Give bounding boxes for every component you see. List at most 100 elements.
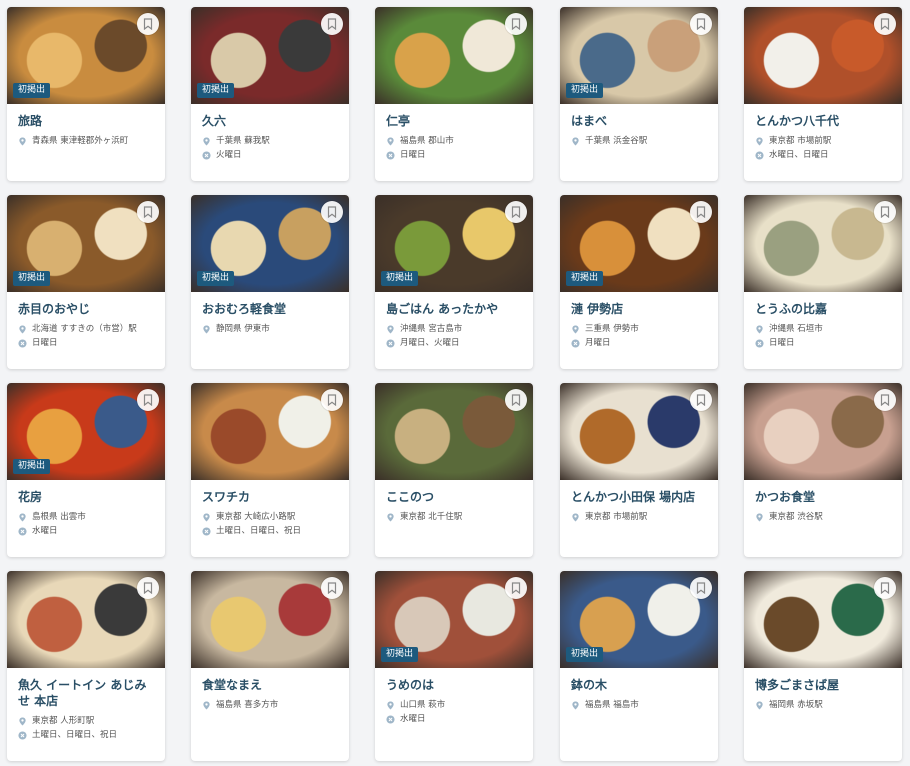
- restaurant-name[interactable]: とんかつ八千代: [755, 113, 892, 129]
- location-text: 東京都 大崎広小路駅: [216, 512, 296, 522]
- restaurant-photo[interactable]: [7, 571, 165, 668]
- restaurant-photo[interactable]: [744, 571, 902, 668]
- restaurant-name[interactable]: 仁亭: [386, 113, 523, 129]
- card-body: 魚久 イートイン あじみせ 本店 東京都 人形町駅 土曜日、日曜日、祝日: [7, 668, 165, 750]
- restaurant-photo[interactable]: 初掲出: [560, 7, 718, 104]
- restaurant-photo[interactable]: 初掲出: [7, 195, 165, 292]
- restaurant-name[interactable]: 魚久 イートイン あじみせ 本店: [18, 677, 155, 709]
- restaurant-name[interactable]: 久六: [202, 113, 339, 129]
- restaurant-card[interactable]: 魚久 イートイン あじみせ 本店 東京都 人形町駅 土曜日、日曜日、祝日: [7, 571, 165, 761]
- restaurant-name[interactable]: 鉢の木: [571, 677, 708, 693]
- restaurant-card[interactable]: スワチカ 東京都 大崎広小路駅 土曜日、日曜日、祝日: [191, 383, 349, 557]
- restaurant-card[interactable]: 初掲出 花房 島根県 出雲市 水曜日: [7, 383, 165, 557]
- bookmark-button[interactable]: [137, 201, 159, 223]
- restaurant-card[interactable]: 初掲出漣 伊勢店 三重県 伊勢市 月曜日: [560, 195, 718, 369]
- restaurant-name[interactable]: 赤目のおやじ: [18, 301, 155, 317]
- bookmark-icon: [880, 582, 890, 594]
- bookmark-button[interactable]: [137, 389, 159, 411]
- restaurant-name[interactable]: スワチカ: [202, 489, 339, 505]
- first-listing-badge: 初掲出: [13, 459, 51, 474]
- restaurant-photo[interactable]: 初掲出: [560, 195, 718, 292]
- restaurant-name[interactable]: ここのつ: [386, 489, 523, 505]
- location-row: 沖縄県 宮古島市: [386, 322, 523, 336]
- restaurant-card[interactable]: 初掲出 赤目のおやじ 北海道 すすきの（市営）駅 日曜日: [7, 195, 165, 369]
- bookmark-button[interactable]: [874, 201, 896, 223]
- first-listing-badge: 初掲出: [566, 271, 604, 286]
- card-body: スワチカ 東京都 大崎広小路駅 土曜日、日曜日、祝日: [191, 480, 349, 546]
- restaurant-card[interactable]: 博多ごまさば屋 福岡県 赤坂駅: [744, 571, 902, 761]
- bookmark-icon: [327, 582, 337, 594]
- bookmark-button[interactable]: [137, 13, 159, 35]
- restaurant-name[interactable]: 漣 伊勢店: [571, 301, 708, 317]
- restaurant-photo[interactable]: [191, 383, 349, 480]
- restaurant-photo[interactable]: [375, 383, 533, 480]
- restaurant-card[interactable]: 初掲出 はまべ 千葉県 浜金谷駅: [560, 7, 718, 181]
- closed-days-text: 土曜日、日曜日、祝日: [32, 730, 118, 740]
- restaurant-name[interactable]: 島ごはん あったかや: [386, 301, 523, 317]
- restaurant-card[interactable]: 初掲出 久六 千葉県 蘇我駅 火曜日: [191, 7, 349, 181]
- bookmark-button[interactable]: [690, 389, 712, 411]
- restaurant-photo[interactable]: [191, 571, 349, 668]
- restaurant-name[interactable]: 旅路: [18, 113, 155, 129]
- bookmark-button[interactable]: [690, 13, 712, 35]
- restaurant-photo[interactable]: 初掲出: [375, 571, 533, 668]
- first-listing-badge: 初掲出: [566, 647, 604, 662]
- location-row: 東京都 市場前駅: [755, 134, 892, 148]
- restaurant-photo[interactable]: 初掲出: [375, 195, 533, 292]
- bookmark-button[interactable]: [874, 577, 896, 599]
- restaurant-photo[interactable]: 初掲出: [7, 383, 165, 480]
- restaurant-name[interactable]: 花房: [18, 489, 155, 505]
- location-text: 島根県 出雲市: [32, 512, 86, 522]
- closed-days-text: 日曜日: [769, 338, 795, 348]
- bookmark-button[interactable]: [321, 389, 343, 411]
- location-pin-icon: [572, 700, 579, 710]
- bookmark-button[interactable]: [874, 13, 896, 35]
- calendar-icon: [755, 150, 764, 160]
- location-text: 東京都 市場前駅: [769, 136, 832, 146]
- restaurant-card[interactable]: 初掲出 おおむろ軽食堂 静岡県 伊東市: [191, 195, 349, 369]
- bookmark-button[interactable]: [690, 577, 712, 599]
- restaurant-card[interactable]: かつお食堂 東京都 渋谷駅: [744, 383, 902, 557]
- restaurant-photo[interactable]: [560, 383, 718, 480]
- bookmark-button[interactable]: [137, 577, 159, 599]
- restaurant-photo[interactable]: 初掲出: [7, 7, 165, 104]
- restaurant-name[interactable]: とうふの比嘉: [755, 301, 892, 317]
- restaurant-name[interactable]: かつお食堂: [755, 489, 892, 505]
- location-pin-icon: [572, 512, 579, 522]
- restaurant-photo[interactable]: [744, 7, 902, 104]
- location-text: 福島県 喜多方市: [216, 700, 279, 710]
- bookmark-button[interactable]: [690, 201, 712, 223]
- restaurant-photo[interactable]: [744, 383, 902, 480]
- restaurant-card[interactable]: とうふの比嘉 沖縄県 石垣市 日曜日: [744, 195, 902, 369]
- restaurant-card[interactable]: とんかつ八千代 東京都 市場前駅 水曜日、日曜日: [744, 7, 902, 181]
- restaurant-name[interactable]: うめのは: [386, 677, 523, 693]
- bookmark-button[interactable]: [505, 13, 527, 35]
- restaurant-name[interactable]: おおむろ軽食堂: [202, 301, 339, 317]
- bookmark-button[interactable]: [505, 389, 527, 411]
- bookmark-button[interactable]: [321, 577, 343, 599]
- restaurant-name[interactable]: 食堂なまえ: [202, 677, 339, 693]
- calendar-icon: [202, 526, 211, 536]
- restaurant-photo[interactable]: 初掲出: [560, 571, 718, 668]
- restaurant-photo[interactable]: [744, 195, 902, 292]
- restaurant-card[interactable]: 初掲出 鉢の木 福島県 福島市: [560, 571, 718, 761]
- bookmark-button[interactable]: [874, 389, 896, 411]
- restaurant-photo[interactable]: 初掲出: [191, 195, 349, 292]
- restaurant-card[interactable]: 仁亭 福島県 郡山市 日曜日: [375, 7, 533, 181]
- bookmark-button[interactable]: [321, 201, 343, 223]
- location-text: 山口県 萩市: [400, 700, 446, 710]
- restaurant-name[interactable]: はまべ: [571, 113, 708, 129]
- restaurant-card[interactable]: ここのつ 東京都 北千住駅: [375, 383, 533, 557]
- restaurant-card[interactable]: とんかつ小田保 場内店 東京都 市場前駅: [560, 383, 718, 557]
- bookmark-button[interactable]: [505, 201, 527, 223]
- restaurant-card[interactable]: 初掲出 旅路 青森県 東津軽郡外ヶ浜町: [7, 7, 165, 181]
- restaurant-photo[interactable]: [375, 7, 533, 104]
- restaurant-photo[interactable]: 初掲出: [191, 7, 349, 104]
- bookmark-button[interactable]: [321, 13, 343, 35]
- restaurant-name[interactable]: 博多ごまさば屋: [755, 677, 892, 693]
- restaurant-card[interactable]: 初掲出 うめのは 山口県 萩市 水曜日: [375, 571, 533, 761]
- bookmark-button[interactable]: [505, 577, 527, 599]
- restaurant-card[interactable]: 初掲出 島ごはん あったかや 沖縄県 宮古島市 月曜日、火曜日: [375, 195, 533, 369]
- restaurant-name[interactable]: とんかつ小田保 場内店: [571, 489, 708, 505]
- restaurant-card[interactable]: 食堂なまえ福島県 喜多方市: [191, 571, 349, 761]
